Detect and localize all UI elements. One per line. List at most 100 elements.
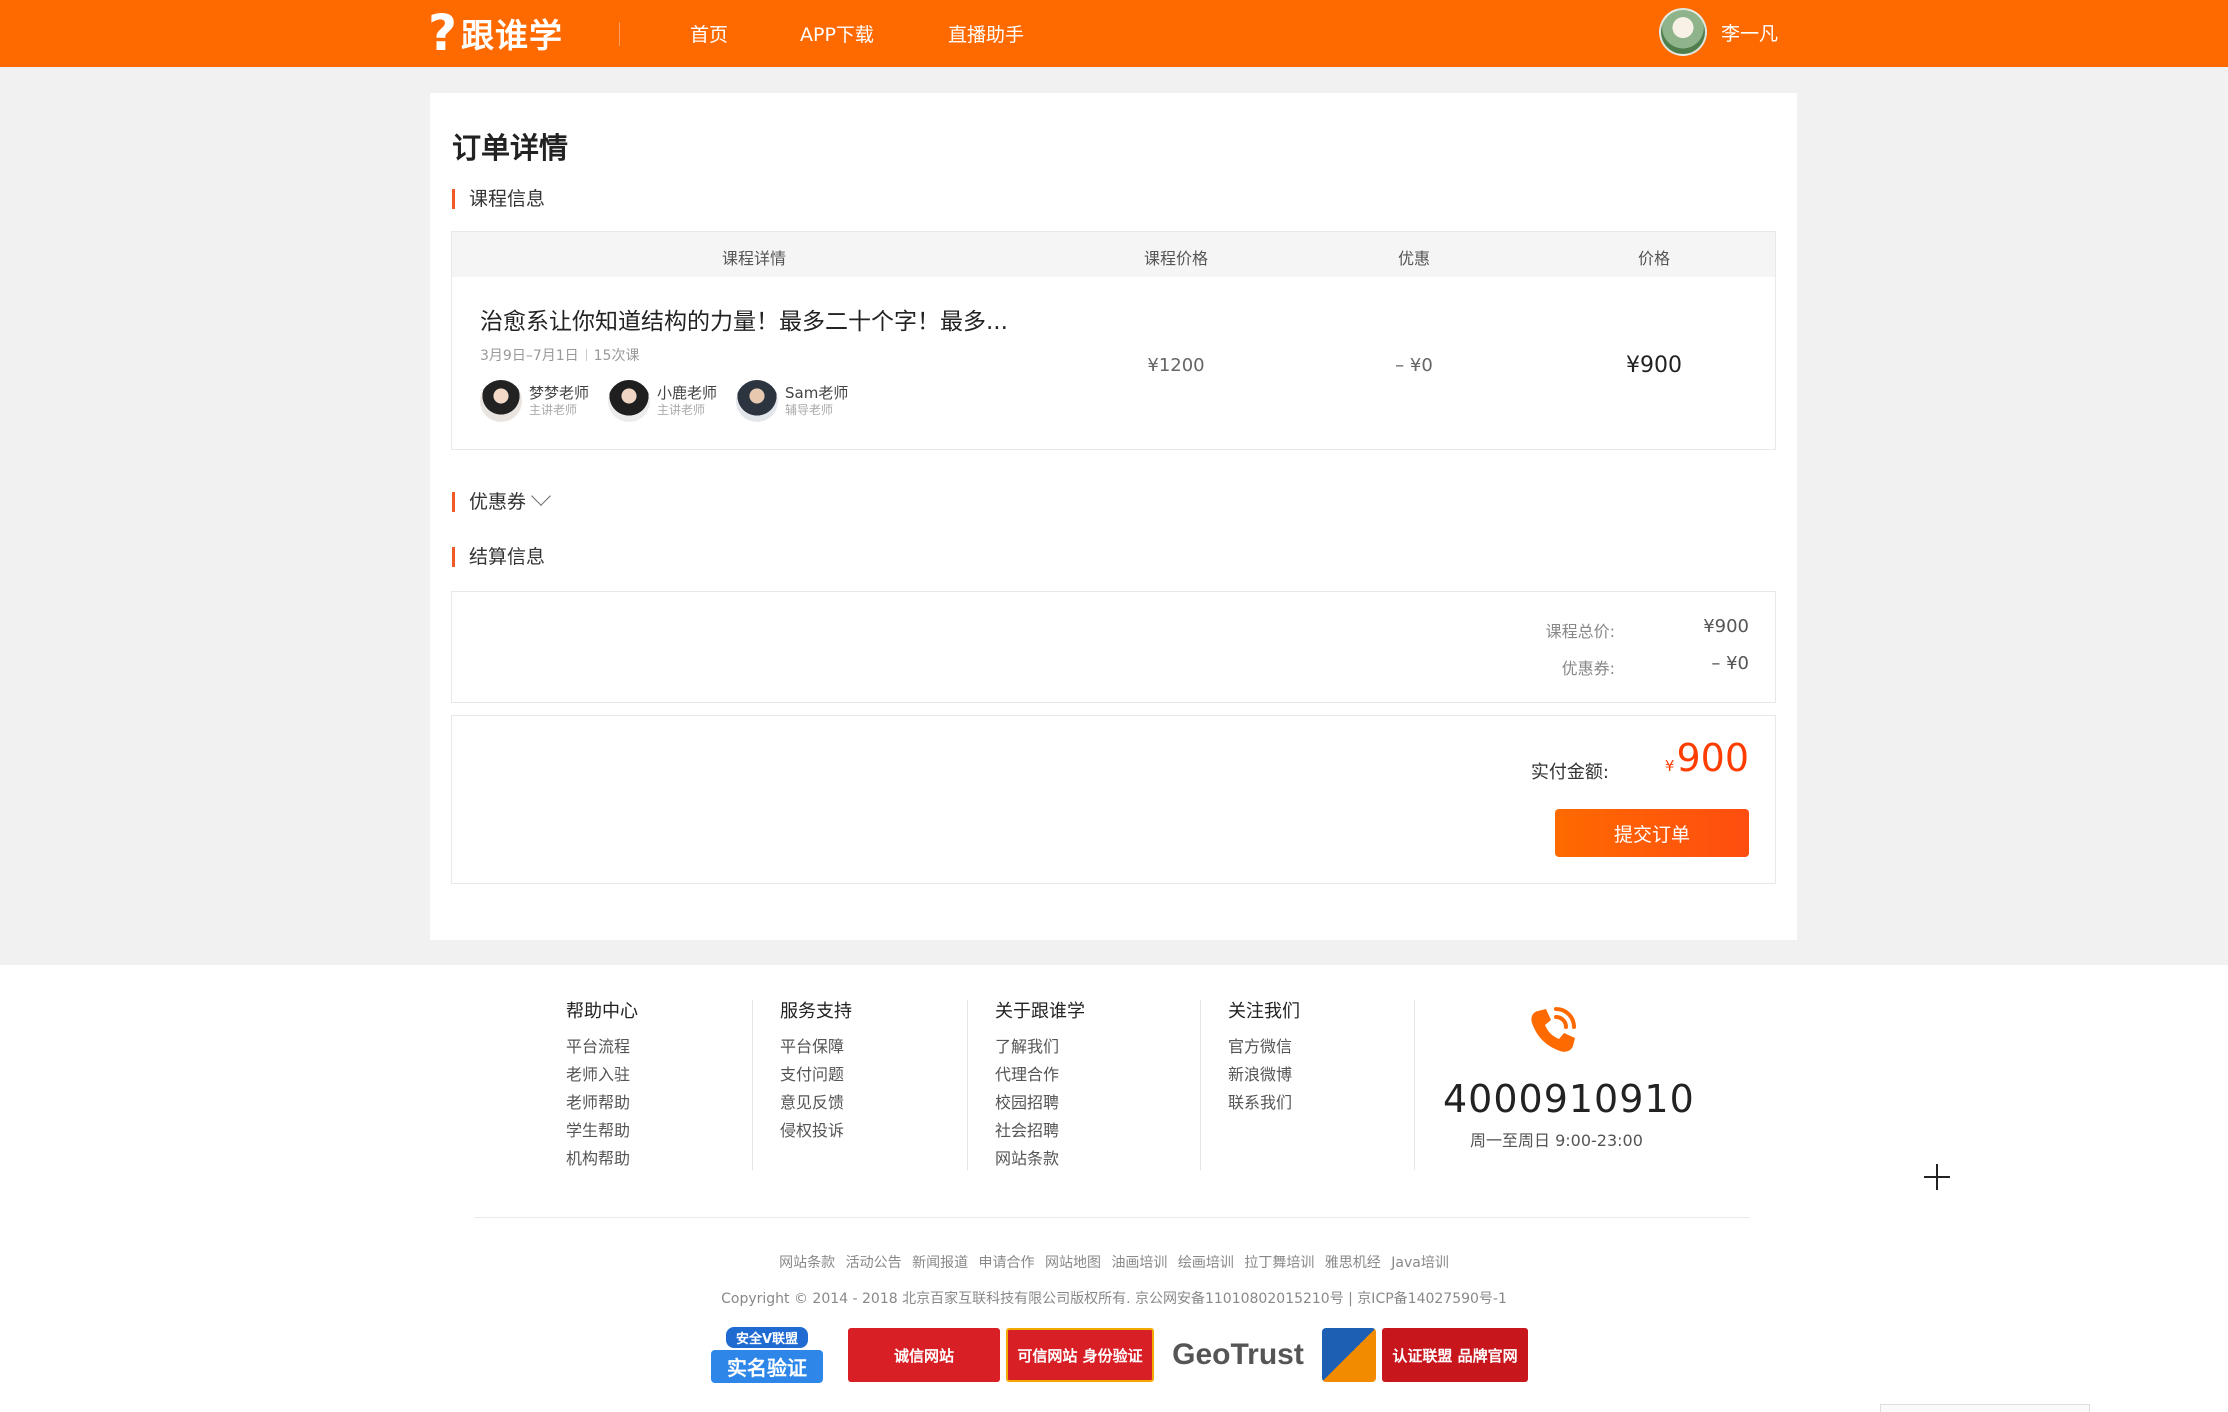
footer-link[interactable]: 了解我们: [995, 1033, 1085, 1061]
footer-link[interactable]: 校园招聘: [995, 1089, 1085, 1117]
pay-amount: ¥ 900: [1665, 736, 1749, 780]
teacher-item[interactable]: 梦梦老师 主讲老师: [480, 380, 589, 422]
footer-link[interactable]: 社会招聘: [995, 1117, 1085, 1145]
footer-col-help: 帮助中心 平台流程 老师入驻 老师帮助 学生帮助 机构帮助: [566, 997, 638, 1173]
pay-currency: ¥: [1664, 757, 1675, 775]
course-meta: 3月9日–7月1日 15次课: [480, 345, 639, 365]
teacher-avatar: [736, 380, 778, 422]
badge-text: 安全V联盟: [725, 1327, 809, 1348]
page-title: 订单详情: [452, 131, 569, 165]
footer-link[interactable]: 老师帮助: [566, 1089, 638, 1117]
footer-link[interactable]: 侵权投诉: [780, 1117, 852, 1145]
bottom-link[interactable]: 油画培训: [1111, 1255, 1167, 1271]
bottom-link[interactable]: 网站地图: [1045, 1255, 1101, 1271]
divider: [585, 349, 587, 361]
settle-summary: 课程总价: ¥900 优惠券: – ¥0: [451, 591, 1776, 703]
submit-order-button[interactable]: 提交订单: [1555, 809, 1749, 857]
teacher-role: 主讲老师: [529, 403, 578, 417]
footer-link[interactable]: 平台保障: [780, 1033, 852, 1061]
footer-link[interactable]: 机构帮助: [566, 1145, 638, 1173]
bottom-link[interactable]: 网站条款: [779, 1255, 835, 1271]
phone-icon: [1531, 1007, 1576, 1052]
bottom-link[interactable]: Java培训: [1391, 1255, 1449, 1271]
top-navbar: ? 跟谁学 首页 APP下载 直播助手 李一凡: [0, 0, 2228, 67]
teacher-item[interactable]: Sam老师 辅导老师: [736, 380, 848, 422]
bottom-link[interactable]: 拉丁舞培训: [1244, 1255, 1314, 1271]
footer-link[interactable]: 学生帮助: [566, 1117, 638, 1145]
footer-link[interactable]: 意见反馈: [780, 1089, 852, 1117]
header-discount: 优惠: [1397, 249, 1431, 268]
settle-section-title: 结算信息: [452, 547, 545, 567]
footer-link[interactable]: 代理合作: [995, 1061, 1085, 1089]
teacher-avatar: [608, 380, 650, 422]
footer-col-title: 服务支持: [780, 1001, 852, 1022]
order-card: 订单详情 课程信息 课程详情 课程价格 优惠 价格 治愈系让你知道结构的力量！最…: [430, 93, 1797, 940]
course-dates: 3月9日–7月1日: [480, 348, 579, 364]
nav-live-assistant[interactable]: 直播助手: [948, 20, 1024, 47]
bottom-link[interactable]: 申请合作: [979, 1255, 1035, 1271]
total-value: ¥900: [1703, 616, 1749, 637]
nav-app-download[interactable]: APP下载: [800, 20, 874, 47]
footer-link[interactable]: 网站条款: [995, 1145, 1085, 1173]
footer-link[interactable]: 老师入驻: [566, 1061, 638, 1089]
pay-label: 实付金额:: [1530, 762, 1609, 783]
header-course-detail: 课程详情: [721, 249, 787, 268]
teacher-name: Sam老师: [785, 384, 849, 402]
course-price: ¥1200: [1147, 355, 1205, 376]
teacher-item[interactable]: 小鹿老师 主讲老师: [608, 380, 717, 422]
footer-link[interactable]: 新浪微博: [1228, 1061, 1300, 1089]
teacher-role: 主讲老师: [657, 403, 706, 417]
divider: [1414, 1000, 1415, 1170]
nav-home[interactable]: 首页: [690, 20, 728, 47]
badge-trust-site[interactable]: 诚信网站: [848, 1328, 1000, 1382]
teacher-role: 辅导老师: [785, 403, 834, 417]
footer-link[interactable]: 平台流程: [566, 1033, 638, 1061]
coupon-section-title: 优惠券: [469, 491, 527, 513]
teacher-name: 小鹿老师: [657, 384, 718, 402]
bottom-link[interactable]: 活动公告: [846, 1255, 902, 1271]
footer-link[interactable]: 官方微信: [1228, 1033, 1300, 1061]
payment-box: 实付金额: ¥ 900 提交订单: [451, 715, 1776, 884]
logo[interactable]: ? 跟谁学: [428, 4, 564, 62]
table-header: 课程详情 课程价格 优惠 价格: [452, 232, 1775, 277]
footer-link[interactable]: 联系我们: [1228, 1089, 1300, 1117]
badge-geotrust[interactable]: GeoTrust: [1160, 1328, 1316, 1382]
logo-text: 跟谁学: [461, 16, 564, 55]
bottom-links: 网站条款 活动公告 新闻报道 申请合作 网站地图 油画培训 绘画培训 拉丁舞培训…: [0, 1252, 2228, 1272]
teacher-name: 梦梦老师: [529, 384, 590, 402]
avatar[interactable]: [1659, 8, 1707, 56]
footer: 帮助中心 平台流程 老师入驻 老师帮助 学生帮助 机构帮助 服务支持 平台保障 …: [0, 965, 2228, 1412]
course-lessons: 15次课: [593, 348, 640, 364]
course-section-title: 课程信息: [452, 189, 545, 209]
footer-col-title: 帮助中心: [566, 1001, 638, 1022]
header-price: 价格: [1637, 249, 1671, 268]
course-final-price: ¥900: [1626, 353, 1682, 378]
footer-col-title: 关注我们: [1228, 1001, 1300, 1022]
coupon-toggle[interactable]: 优惠券: [452, 486, 551, 513]
badge-credible-site[interactable]: 可信网站 身份验证: [1006, 1328, 1154, 1382]
bottom-link[interactable]: 绘画培训: [1178, 1255, 1234, 1271]
course-name[interactable]: 治愈系让你知道结构的力量！最多二十个字！最多...: [480, 302, 1008, 336]
footer-col-follow: 关注我们 官方微信 新浪微博 联系我们: [1228, 997, 1300, 1117]
course-table: 课程详情 课程价格 优惠 价格 治愈系让你知道结构的力量！最多二十个字！最多..…: [451, 231, 1776, 450]
teacher-avatar: [480, 380, 522, 422]
scrollbar[interactable]: [1880, 1404, 2090, 1412]
user-name[interactable]: 李一凡: [1721, 19, 1778, 46]
hotline-hours: 周一至周日 9:00-23:00: [1470, 1131, 1643, 1150]
bottom-link[interactable]: 雅思机经: [1325, 1255, 1381, 1271]
badge-brand-site[interactable]: 认证联盟 品牌官网: [1382, 1328, 1528, 1382]
footer-col-about: 关于跟谁学 了解我们 代理合作 校园招聘 社会招聘 网站条款: [995, 997, 1085, 1173]
coupon-value: – ¥0: [1711, 653, 1749, 674]
badge-realname[interactable]: 安全V联盟 实名验证: [692, 1327, 842, 1383]
bottom-link[interactable]: 新闻报道: [912, 1255, 968, 1271]
logo-icon: ?: [428, 4, 458, 62]
copyright: Copyright © 2014 - 2018 北京百家互联科技有限公司版权所有…: [721, 1291, 1507, 1307]
badge-security-icon[interactable]: [1322, 1328, 1376, 1382]
plus-icon: [1924, 1164, 1950, 1190]
pay-number: 900: [1676, 736, 1749, 780]
footer-col-support: 服务支持 平台保障 支付问题 意见反馈 侵权投诉: [780, 997, 852, 1145]
footer-link[interactable]: 支付问题: [780, 1061, 852, 1089]
coupon-label: 优惠券:: [1561, 659, 1615, 678]
user-menu[interactable]: 李一凡: [1659, 8, 1778, 56]
certification-badges: 安全V联盟 实名验证 诚信网站 可信网站 身份验证 GeoTrust 认证联盟 …: [692, 1325, 1528, 1385]
